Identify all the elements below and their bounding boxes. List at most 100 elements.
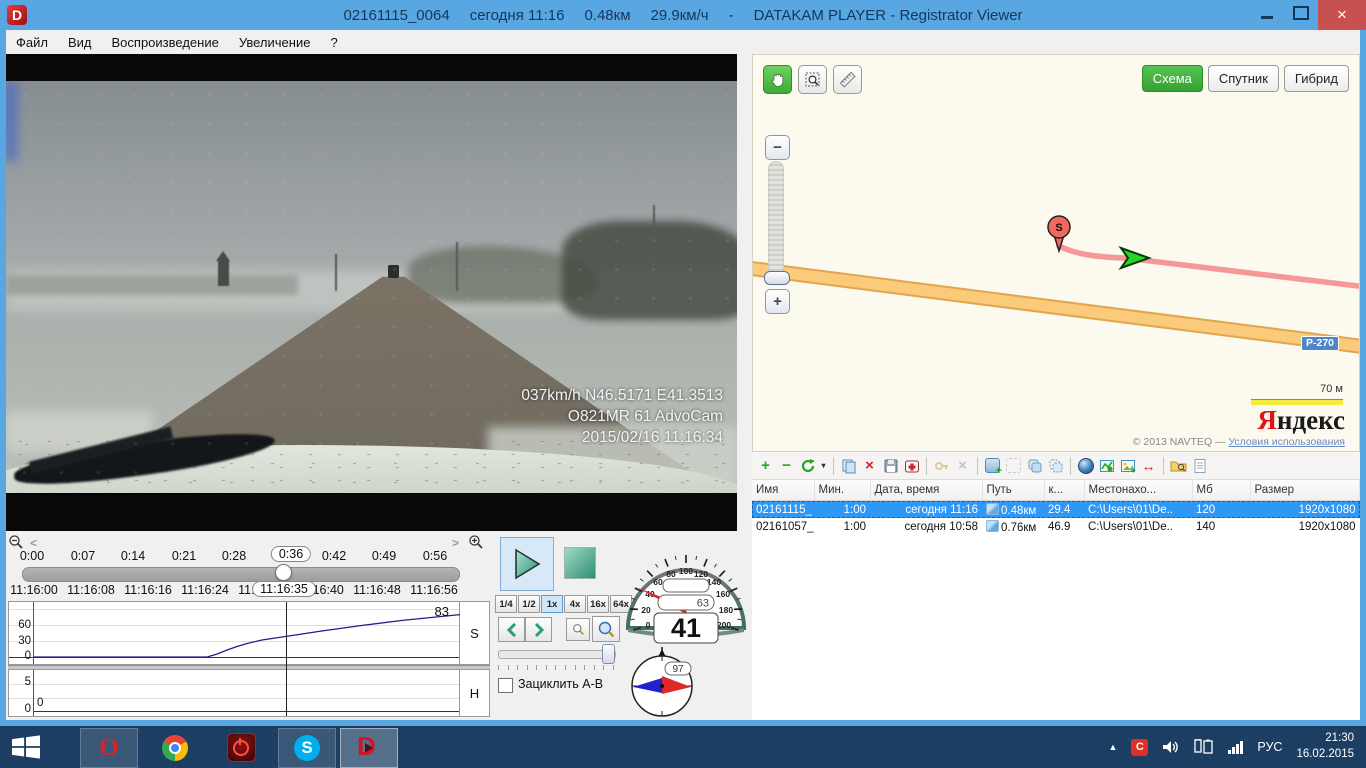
- panel-splitter[interactable]: [737, 54, 752, 531]
- start-button[interactable]: [0, 726, 52, 768]
- timeline-zoom-in-button[interactable]: [468, 534, 484, 555]
- timeline-top-label: 0:28: [222, 549, 246, 563]
- export-image-icon[interactable]: +: [1118, 456, 1137, 475]
- cell-size: 1920x1080: [1250, 501, 1360, 519]
- tray-clock[interactable]: 21:30 16.02.2015: [1296, 731, 1354, 762]
- network-signal-icon[interactable]: [1228, 741, 1243, 754]
- play-button[interactable]: [500, 537, 554, 591]
- video-panel[interactable]: 037km/h N46.5171 E41.3513 O821MR 61 Advo…: [6, 54, 737, 531]
- map-mode-satellite[interactable]: Спутник: [1208, 65, 1279, 92]
- delete-icon[interactable]: ×: [860, 456, 879, 475]
- col-location[interactable]: Местонахо...: [1084, 480, 1192, 501]
- unlink-icon[interactable]: ×: [953, 456, 972, 475]
- speed-quarter[interactable]: 1/4: [495, 595, 517, 613]
- yandex-logo-accent: Я: [1257, 405, 1277, 435]
- cell-path-text: 0.76км: [1001, 522, 1036, 534]
- toolbar-separator: [833, 457, 834, 475]
- col-name[interactable]: Имя: [752, 480, 814, 501]
- save-icon[interactable]: [881, 456, 900, 475]
- col-size[interactable]: Размер: [1250, 480, 1360, 501]
- speed-1x[interactable]: 1x: [541, 595, 563, 613]
- map-zoom-out-button[interactable]: −: [765, 135, 790, 160]
- graph-playhead-cursor[interactable]: [286, 602, 287, 716]
- new-selection-icon[interactable]: +: [983, 456, 1002, 475]
- next-file-button[interactable]: [525, 617, 552, 642]
- speed-graph[interactable]: 60 30 0 83: [8, 601, 460, 665]
- volume-icon[interactable]: [1162, 739, 1180, 755]
- map-panel[interactable]: S: [752, 54, 1360, 452]
- copy-icon[interactable]: [839, 456, 858, 475]
- snapshot-icon[interactable]: [902, 456, 921, 475]
- map-zoom-slider-thumb[interactable]: [764, 271, 790, 285]
- add-file-icon[interactable]: +: [756, 456, 775, 475]
- fit-width-icon[interactable]: ↔: [1139, 456, 1158, 475]
- taskbar-chrome[interactable]: [146, 728, 204, 768]
- col-k[interactable]: к...: [1044, 480, 1084, 501]
- title-bar[interactable]: D 02161115_0064 сегодня 11:16 0.48км 29.…: [0, 0, 1366, 30]
- maximize-button[interactable]: [1284, 0, 1318, 26]
- browse-folder-icon[interactable]: [1169, 456, 1188, 475]
- speed-4x[interactable]: 4x: [564, 595, 586, 613]
- timeline-step-back[interactable]: <: [30, 536, 37, 550]
- map-zoom-in-button[interactable]: +: [765, 289, 790, 314]
- timeline-slider[interactable]: [22, 567, 460, 582]
- map-mode-hybrid[interactable]: Гибрид: [1284, 65, 1349, 92]
- taskbar-datakam[interactable]: D: [340, 728, 398, 768]
- map-copyright: © 2013 NAVTEQ — Условия использования: [1133, 436, 1345, 448]
- col-mb[interactable]: Мб: [1192, 480, 1250, 501]
- map-zoom-slider[interactable]: [768, 161, 784, 277]
- map-toolbar: [763, 65, 862, 94]
- file-row[interactable]: 02161057_ 1:00 сегодня 10:58 0.76км 46.9…: [752, 518, 1360, 535]
- taskbar-power-app[interactable]: [212, 728, 270, 768]
- svg-text:20: 20: [641, 605, 651, 615]
- loop-ab-checkbox[interactable]: [498, 678, 513, 693]
- height-graph[interactable]: 5 0 0: [8, 669, 460, 717]
- taskbar-opera[interactable]: O: [80, 728, 138, 768]
- tray-expand-icon[interactable]: ▲: [1108, 742, 1117, 752]
- taskbar-skype[interactable]: S: [278, 728, 336, 768]
- stop-button[interactable]: [564, 547, 596, 579]
- google-earth-icon[interactable]: [1076, 456, 1095, 475]
- more-dropdown-icon[interactable]: ▾: [819, 456, 828, 475]
- timeline-slider-thumb[interactable]: [275, 564, 292, 581]
- position-slider[interactable]: [498, 650, 616, 659]
- file-row-selected[interactable]: 02161115_ 1:00 сегодня 11:16 0.48км 29.4…: [752, 501, 1360, 519]
- tray-time: 21:30: [1296, 731, 1354, 747]
- map-mode-scheme[interactable]: Схема: [1142, 65, 1203, 92]
- minimize-button[interactable]: [1250, 0, 1284, 26]
- export-map-icon[interactable]: [1097, 456, 1116, 475]
- menu-view[interactable]: Вид: [58, 32, 102, 53]
- empty-selection-icon[interactable]: [1004, 456, 1023, 475]
- timeline-step-forward[interactable]: >: [452, 536, 459, 550]
- tray-c-icon[interactable]: C: [1131, 739, 1148, 756]
- menu-playback[interactable]: Воспроизведение: [102, 32, 229, 53]
- language-indicator[interactable]: РУС: [1257, 740, 1282, 754]
- map-zoom-select-tool[interactable]: [798, 65, 827, 94]
- refresh-icon[interactable]: [798, 456, 817, 475]
- svg-text:180: 180: [719, 605, 733, 615]
- speed-16x[interactable]: 16x: [587, 595, 609, 613]
- map-start-marker[interactable]: S: [1048, 216, 1070, 251]
- key-icon[interactable]: [932, 456, 951, 475]
- menu-file[interactable]: Файл: [6, 32, 58, 53]
- position-slider-thumb[interactable]: [602, 644, 615, 664]
- close-button[interactable]: ×: [1318, 0, 1366, 30]
- col-datetime[interactable]: Дата, время: [870, 480, 982, 501]
- col-path[interactable]: Путь: [982, 480, 1044, 501]
- map-pan-tool[interactable]: [763, 65, 792, 94]
- col-min[interactable]: Мин.: [814, 480, 870, 501]
- prev-file-button[interactable]: [498, 617, 525, 642]
- video-zoom-out-button[interactable]: [566, 618, 590, 641]
- map-ruler-tool[interactable]: [833, 65, 862, 94]
- log-file-icon[interactable]: [1190, 456, 1209, 475]
- dashcam-video[interactable]: 037km/h N46.5171 E41.3513 O821MR 61 Advo…: [6, 81, 737, 493]
- copy-layers-icon[interactable]: [1025, 456, 1044, 475]
- video-zoom-in-button[interactable]: [592, 616, 620, 642]
- speed-half[interactable]: 1/2: [518, 595, 540, 613]
- terms-link[interactable]: Условия использования: [1228, 436, 1345, 448]
- menu-help[interactable]: ?: [320, 32, 347, 53]
- copy-layers-dashed-icon[interactable]: [1046, 456, 1065, 475]
- battery-icon[interactable]: [1194, 739, 1214, 755]
- remove-file-icon[interactable]: −: [777, 456, 796, 475]
- menu-zoom[interactable]: Увеличение: [229, 32, 321, 53]
